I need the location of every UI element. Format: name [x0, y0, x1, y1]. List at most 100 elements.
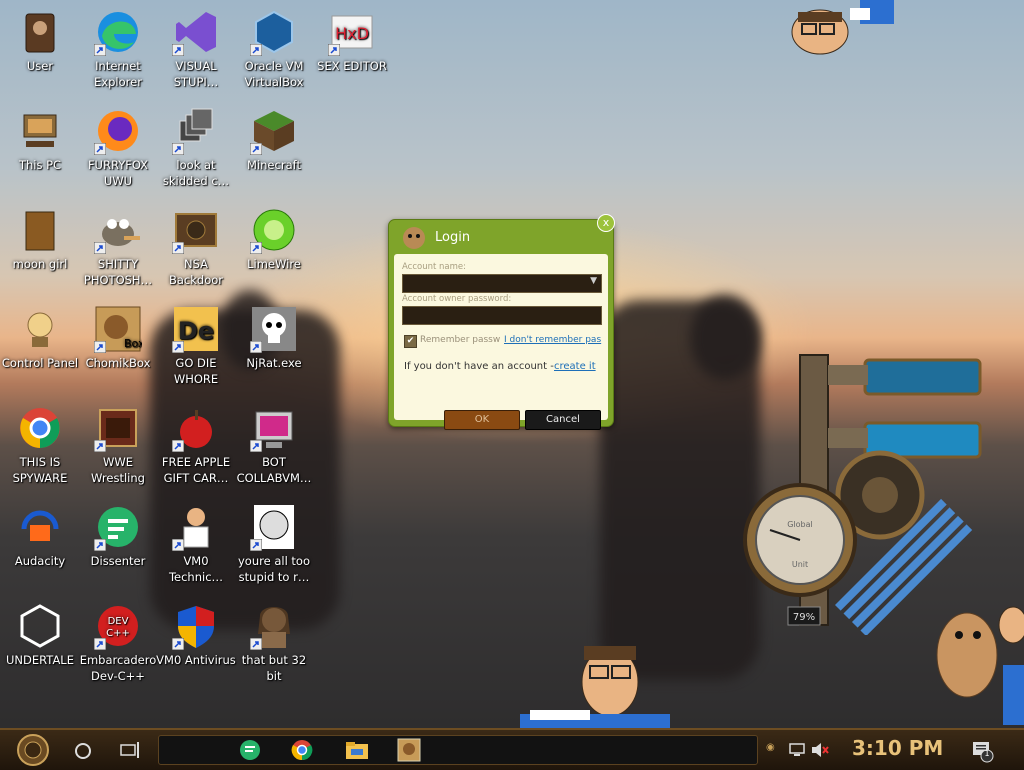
nsa-icon: [172, 206, 220, 254]
shortcut-arrow-icon: [250, 143, 262, 155]
desktop-icon-minecraft[interactable]: Minecraft: [234, 107, 314, 173]
desktop-icon-label: youre all too stupid to r…: [237, 554, 310, 584]
desktop-icon-label: UNDERTALE: [6, 653, 74, 667]
remember-password-checkbox[interactable]: ✔: [404, 335, 417, 348]
svg-text:Box: Box: [124, 337, 142, 350]
desktop-icon-skull[interactable]: NjRat.exe: [234, 305, 314, 371]
cpanel-icon: [16, 305, 64, 353]
shortcut-arrow-icon: [172, 143, 184, 155]
shortcut-arrow-icon: [172, 44, 184, 56]
desktop-icon-edge[interactable]: Internet Explorer: [78, 8, 158, 90]
desktop-icon-hxd[interactable]: HxD SEX EDITOR: [312, 8, 392, 74]
shortcut-arrow-icon: [250, 638, 262, 650]
desktop-icon-unity[interactable]: UNDERTALE: [0, 602, 80, 668]
shortcut-arrow-icon: [94, 341, 106, 353]
desktop-icon-face[interactable]: youre all too stupid to r…: [234, 503, 314, 585]
unity-icon: [16, 602, 64, 650]
forgot-password-link[interactable]: I don't remember pas: [504, 335, 601, 345]
account-name-combobox[interactable]: ▼: [402, 274, 602, 293]
desktop-icon-label: SEX EDITOR: [317, 59, 387, 73]
gauge-percent-readout: 79%: [793, 612, 815, 623]
doctor-icon: [172, 503, 220, 551]
vbox-icon: [250, 8, 298, 56]
lime-icon: [250, 206, 298, 254]
desktop-icon-gimp[interactable]: SHITTY PHOTOSH…: [78, 206, 158, 288]
desktop-icon-label: Minecraft: [247, 158, 301, 172]
hank-hill-top-sticker: [791, 0, 894, 55]
search-circle-icon[interactable]: [72, 740, 94, 762]
desktop-icon-label: look at skidded c…: [162, 158, 230, 188]
desktop-icon-shield[interactable]: VM0 Antivirus: [156, 602, 236, 668]
desktop-icon-windows[interactable]: look at skidded c…: [156, 107, 236, 189]
desktop-icon-label: LimeWire: [247, 257, 301, 271]
taskbar-clock[interactable]: 3:10 PM: [852, 736, 943, 760]
start-button-gear-icon[interactable]: [10, 732, 56, 768]
desktop-icon-label: Dissenter: [90, 554, 146, 568]
task-view-icon[interactable]: [118, 739, 142, 761]
gimp-icon: [94, 206, 142, 254]
desktop-icon-die[interactable]: De GO DIE WHORE: [156, 305, 236, 387]
taskbar-chomikbox-icon[interactable]: [397, 738, 421, 762]
shortcut-arrow-icon: [94, 440, 106, 452]
desktop-icon-chrome[interactable]: THIS IS SPYWARE: [0, 404, 80, 486]
vs-icon: [172, 8, 220, 56]
desktop-icon-label: WWE Wrestling: [91, 455, 145, 485]
devcpp-icon: DEV C++: [94, 602, 142, 650]
desktop-icon-pc[interactable]: This PC: [0, 107, 80, 173]
shortcut-arrow-icon: [250, 44, 262, 56]
desktop-icon-nsa[interactable]: NSA Backdoor: [156, 206, 236, 288]
user-icon: [16, 8, 64, 56]
hank-hill-bottom-sticker: [520, 646, 670, 728]
chevron-down-icon[interactable]: ▼: [590, 276, 597, 286]
desktop-icon-label: SHITTY PHOTOSH…: [83, 257, 153, 287]
dialog-close-button[interactable]: x: [597, 214, 615, 232]
desktop-icon-devcpp[interactable]: DEV C++ Embarcadero Dev-C++: [78, 602, 158, 684]
desktop-icon-firefox[interactable]: FURRYFOX UWU: [78, 107, 158, 189]
volume-muted-icon[interactable]: [810, 741, 830, 759]
desktop-icon-lady[interactable]: that but 32 bit: [234, 602, 314, 684]
password-field[interactable]: [402, 306, 602, 325]
wwe-icon: [94, 404, 142, 452]
desktop-icon-label: FURRYFOX UWU: [87, 158, 149, 188]
taskbar-dissenter-icon[interactable]: [239, 739, 261, 761]
desktop-icon-doctor[interactable]: VM0 Technic…: [156, 503, 236, 585]
ok-button[interactable]: OK: [444, 410, 520, 430]
desktop-icon-label: VM0 Technic…: [168, 554, 224, 584]
tray-overflow-icon[interactable]: ◉: [766, 742, 775, 753]
hxd-icon: HxD: [328, 8, 376, 56]
desktop-icon-label: VISUAL STUPI…: [173, 59, 219, 89]
svg-text:DEV: DEV: [108, 616, 129, 627]
face-icon: [250, 503, 298, 551]
desktop-icon-audacity[interactable]: Audacity: [0, 503, 80, 569]
desktop-icon-chomik[interactable]: Box ChomikBox: [78, 305, 158, 371]
taskbar-chrome-icon[interactable]: [291, 739, 313, 761]
desktop-icon-vbox[interactable]: Oracle VM VirtualBox: [234, 8, 314, 90]
skull-icon: [250, 305, 298, 353]
desktop-icon-label: Control Panel: [1, 356, 79, 370]
desktop-icon-wwe[interactable]: WWE Wrestling: [78, 404, 158, 486]
desktop-icon-box[interactable]: moon girl: [0, 206, 80, 272]
desktop-icon-user[interactable]: User: [0, 8, 80, 74]
desktop-icon-label: VM0 Antivirus: [156, 653, 236, 667]
desktop-icon-label: User: [26, 59, 54, 73]
desktop-icon-label: ChomikBox: [85, 356, 151, 370]
shortcut-arrow-icon: [250, 539, 262, 551]
desktop-icon-dissenter[interactable]: Dissenter: [78, 503, 158, 569]
taskbar-file-explorer-icon[interactable]: [345, 740, 369, 760]
desktop-icon-vs[interactable]: VISUAL STUPI…: [156, 8, 236, 90]
gauge-dial-bottom-text: Unit: [792, 560, 808, 569]
shield-icon: [172, 602, 220, 650]
create-account-link[interactable]: create it: [554, 361, 596, 372]
chomik-icon: Box: [94, 305, 145, 353]
desktop-icon-bot[interactable]: BOT COLLABVM…: [234, 404, 314, 486]
shortcut-arrow-icon: [94, 638, 106, 650]
desktop-icon-apple[interactable]: FREE APPLE GIFT CAR…: [156, 404, 236, 486]
network-icon[interactable]: [788, 741, 806, 759]
remember-password-label: Remember passw: [420, 335, 501, 345]
cancel-button[interactable]: Cancel: [525, 410, 601, 430]
dialog-body: Account name: ▼ Account owner password: …: [394, 254, 608, 430]
shortcut-arrow-icon: [172, 242, 184, 254]
password-label: Account owner password:: [402, 294, 512, 304]
desktop-icon-cpanel[interactable]: Control Panel: [0, 305, 80, 371]
desktop-icon-lime[interactable]: LimeWire: [234, 206, 314, 272]
